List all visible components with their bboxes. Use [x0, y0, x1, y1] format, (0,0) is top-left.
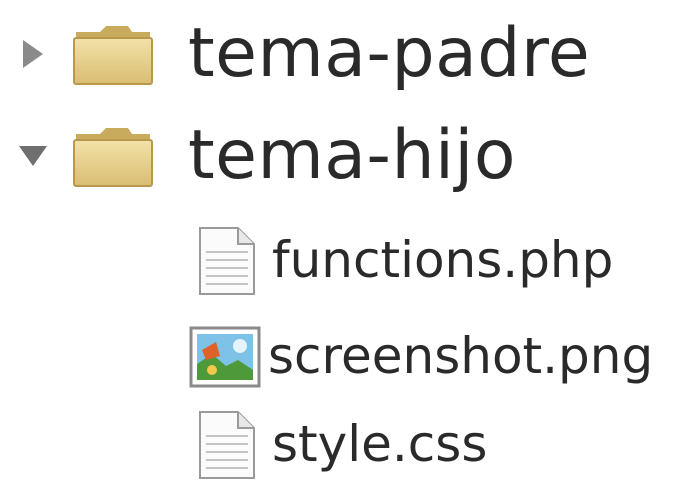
file-tree: tema-padre tema-hijo functions.php scree… [0, 0, 686, 482]
tree-item-tema-padre[interactable]: tema-padre [14, 12, 590, 96]
folder-label: tema-hijo [188, 116, 516, 195]
file-label: style.css [272, 415, 488, 473]
file-label: screenshot.png [268, 327, 654, 385]
triangle-right-icon[interactable] [14, 34, 52, 74]
triangle-down-icon[interactable] [14, 136, 52, 176]
image-file-icon [188, 320, 261, 392]
folder-icon [72, 22, 154, 86]
tree-item-functions-php[interactable]: functions.php [192, 220, 613, 300]
folder-label: tema-padre [188, 14, 591, 93]
text-file-icon [192, 408, 262, 480]
text-file-icon [192, 224, 262, 296]
tree-item-tema-hijo[interactable]: tema-hijo [14, 114, 516, 198]
tree-item-screenshot-png[interactable]: screenshot.png [188, 316, 653, 396]
file-label: functions.php [272, 231, 614, 289]
tree-item-style-css[interactable]: style.css [192, 404, 487, 484]
folder-icon [72, 124, 154, 188]
